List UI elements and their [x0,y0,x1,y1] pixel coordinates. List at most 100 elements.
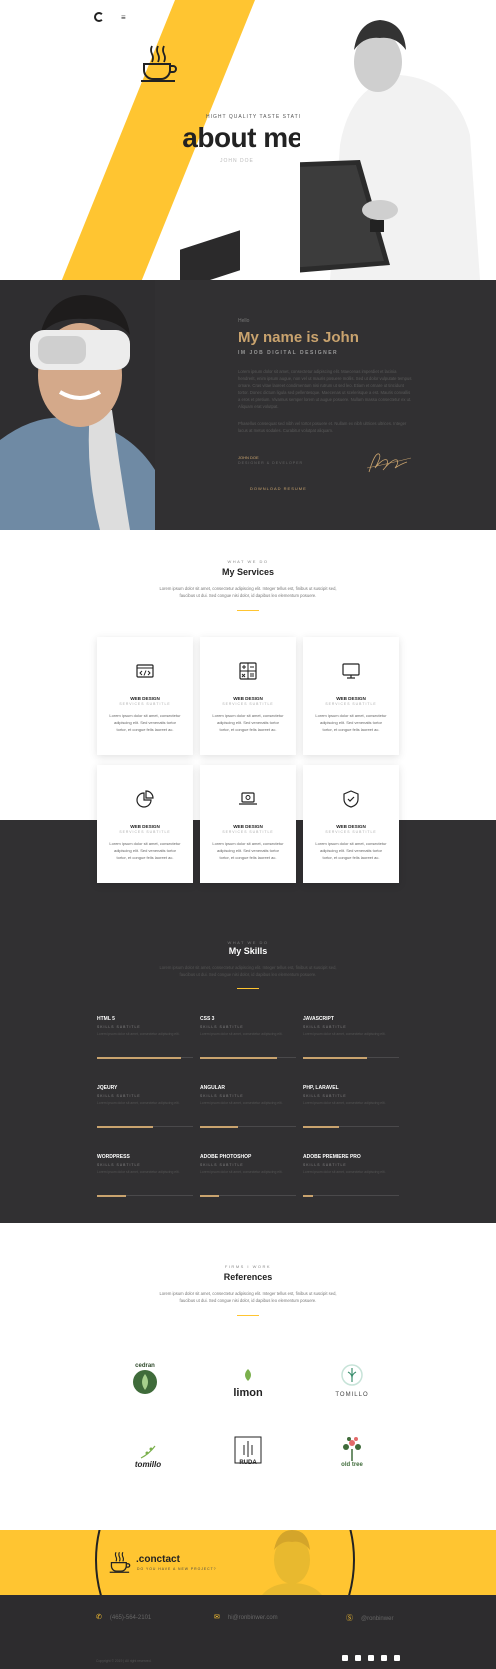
skill-progress-track [303,1125,399,1128]
skill-subtitle: SKILLS SUBTITLE [200,1163,244,1167]
about-paragraph-1: Lorem ipsum dolor sit amet, consectetur … [238,369,412,409]
skill-item: ADOBE PREMIERE PRO SKILLS SUBTITLE Lorem i… [303,1154,399,1197]
copyright: Copyright © 2019 | All right reserved. [96,1659,152,1663]
skill-name: ADOBE PREMIERE PRO [303,1154,361,1160]
service-title: WEB DESIGN [336,696,366,701]
skill-progress-track [200,1194,296,1197]
reference-logo-tomillo-script[interactable]: tomillo [118,1445,178,1485]
old-tree-icon [343,1437,361,1461]
tomillo-branch-icon [140,1445,156,1459]
skill-item: WORDPRESS SKILLS SUBTITLE Lorem ipsum dolo… [97,1154,193,1197]
monitor-icon [342,663,360,679]
footer-phone[interactable]: ✆ (465)-564-2101 [96,1613,151,1621]
footer-skype[interactable]: Ⓢ @ronbinwer [346,1613,393,1623]
skill-progress-fill [303,1056,368,1059]
footer: ✆ (465)-564-2101 ✉ hi@ronbinwer.com Ⓢ @ronb… [0,1595,496,1669]
reference-logo-old-tree[interactable]: old tree [322,1435,382,1475]
phone-icon: ✆ [96,1614,102,1621]
skill-item: ANGULAR SKILLS SUBTITLE Lorem ipsum dolor … [200,1085,296,1128]
about-hello: Hello [238,318,250,324]
calculator-icon [239,662,257,680]
skill-name: WORDPRESS [97,1154,130,1160]
references-title: References [223,1272,273,1282]
service-card[interactable]: WEB DESIGN SERVICES SUBTITLE Lorem ipsum d… [97,637,193,755]
service-subtitle: SERVICES SUBTITLE [325,702,377,706]
tomillo-circle-icon [341,1364,363,1386]
about-role: IM JOB DIGITAL DESIGNER [238,350,339,356]
service-subtitle: SERVICES SUBTITLE [119,702,171,706]
skill-subtitle: SKILLS SUBTITLE [200,1094,244,1098]
logo-icon[interactable] [94,12,104,22]
services-kicker: WHAT WE DO [227,559,269,564]
contact-banner[interactable]: .conctact DO YOU HAVE A NEW PROJECT? [0,1530,496,1595]
service-card[interactable]: WEB DESIGN SERVICES SUBTITLE Lorem ipsum d… [200,637,296,755]
service-title: WEB DESIGN [233,824,263,829]
skill-description: Lorem ipsum dolor sit amet, consectetur … [97,1032,180,1036]
skill-description: Lorem ipsum dolor sit amet, consectetur … [200,1101,283,1105]
references-description: Lorem ipsum dolor sit amet, consectetur … [159,1291,337,1303]
skill-subtitle: SKILLS SUBTITLE [303,1094,347,1098]
skill-progress-fill [97,1056,182,1059]
vr-person-image [0,280,155,530]
skills-description: Lorem ipsum dolor sit amet, consectetur … [159,965,337,977]
cedran-logo-icon [133,1370,157,1394]
service-card[interactable]: WEB DESIGN SERVICES SUBTITLE Lorem ipsum d… [303,765,399,883]
service-card[interactable]: WEB DESIGN SERVICES SUBTITLE Lorem ipsum d… [97,765,193,883]
service-card[interactable]: WEB DESIGN SERVICES SUBTITLE Lorem ipsum d… [303,637,399,755]
skill-subtitle: SKILLS SUBTITLE [97,1163,141,1167]
skill-subtitle: SKILLS SUBTITLE [200,1025,244,1029]
facebook-icon[interactable] [355,1655,361,1661]
services-title: My Services [221,567,275,577]
skills-title: My Skills [228,946,268,956]
skill-subtitle: SKILLS SUBTITLE [303,1025,347,1029]
youtube-icon[interactable] [394,1655,400,1661]
contact-person-image [262,1530,322,1595]
references-section: FIRMS I WORK References Lorem ipsum dolo… [0,1223,496,1530]
skill-progress-fill [200,1125,239,1128]
signature-icon [366,453,412,473]
signature-name: JOHN DOE [238,455,259,460]
menu-icon[interactable]: ≡ [121,13,126,22]
skill-progress-fill [303,1125,340,1128]
service-description: Lorem ipsum dolor sit amet, consectetur … [212,841,284,860]
page-title: .about me [175,122,303,154]
service-description: Lorem ipsum dolor sit amet, consectetur … [315,841,387,860]
instagram-icon[interactable] [368,1655,374,1661]
title-text: about me [182,122,303,153]
download-resume-button[interactable]: DOWNLOAD RESUME [240,483,317,494]
reference-logo-cedran[interactable]: cedran [115,1363,175,1403]
skill-progress-track [303,1194,399,1197]
reference-logo-ruda[interactable]: RUDA [218,1435,278,1475]
skype-icon: Ⓢ [346,1615,353,1622]
coffee-cup-icon [109,1552,131,1573]
skills-divider [237,988,259,989]
skill-name: PHP, LARAVEL [303,1085,339,1091]
skill-item: JAVASCRIPT SKILLS SUBTITLE Lorem ipsum dol… [303,1016,399,1059]
skill-name: HTML 5 [97,1016,115,1022]
hero-section: ≡ HIGHT QUALITY TASTE STATION .about me … [0,0,496,280]
hero-subtitle: JOHN DOE [220,158,254,164]
service-subtitle: SERVICES SUBTITLE [222,702,274,706]
reference-logo-tomillo-circle[interactable]: TOMILLO [322,1363,382,1403]
footer-email[interactable]: ✉ hi@ronbinwer.com [214,1613,278,1621]
skill-progress-fill [200,1056,277,1059]
coffee-cup-icon [141,45,177,82]
hero-dark-corner [180,230,240,280]
about-paragraph-2: Phasellus consequat sed nibh vel tortor … [238,421,407,433]
laptop-gear-icon [239,792,257,805]
reference-logo-limon[interactable]: limon [218,1368,278,1408]
skill-progress-fill [200,1194,220,1197]
references-kicker: FIRMS I WORK [224,1264,272,1269]
linkedin-icon[interactable] [381,1655,387,1661]
skill-description: Lorem ipsum dolor sit amet, consectetur … [97,1170,180,1174]
services-description: Lorem ipsum dolor sit amet, consectetur … [159,586,337,598]
skill-progress-fill [97,1194,126,1197]
twitter-icon[interactable] [342,1655,348,1661]
skill-name: JAVASCRIPT [303,1016,334,1022]
skill-description: Lorem ipsum dolor sit amet, consectetur … [200,1170,283,1174]
service-description: Lorem ipsum dolor sit amet, consectetur … [109,713,181,732]
skill-subtitle: SKILLS SUBTITLE [303,1163,347,1167]
about-section: Hello My name is John IM JOB DIGITAL DES… [0,280,496,530]
service-card[interactable]: WEB DESIGN SERVICES SUBTITLE Lorem ipsum d… [200,765,296,883]
skill-name: CSS 3 [200,1016,215,1022]
